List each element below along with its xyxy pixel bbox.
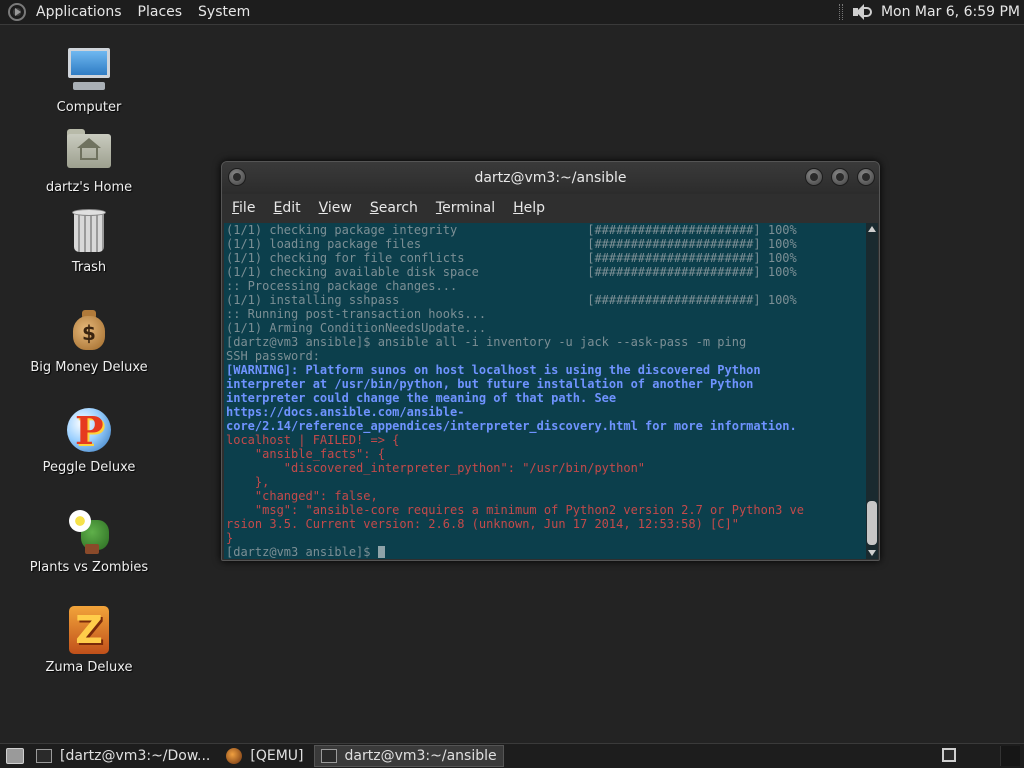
taskbar-label: [QEMU]	[250, 748, 304, 764]
desktop-icon-label: dartz's Home	[45, 180, 133, 195]
top-panel: Applications Places System Mon Mar 6, 6:…	[0, 0, 1024, 25]
terminal-line: rsion 3.5. Current version: 2.6.8 (unkno…	[226, 517, 739, 531]
workspace-switcher-slot[interactable]	[1000, 746, 1020, 766]
terminal-line: interpreter at /usr/bin/python, but futu…	[226, 377, 754, 391]
desktop-icon-label: Computer	[56, 100, 122, 115]
desktop-icon-trash[interactable]: Trash	[14, 206, 164, 275]
window-titlebar[interactable]: dartz@vm3:~/ansible	[222, 162, 879, 194]
minimize-button[interactable]	[805, 168, 823, 186]
desktop-icon-big-money-deluxe[interactable]: $ Big Money Deluxe	[14, 306, 164, 375]
terminal-scrollbar[interactable]	[866, 223, 878, 559]
desktop-icon-computer[interactable]: Computer	[14, 46, 164, 115]
window-title: dartz@vm3:~/ansible	[474, 170, 627, 186]
terminal-line: :: Processing package changes...	[226, 279, 458, 293]
menu-edit[interactable]: Edit	[267, 200, 306, 216]
taskbar-label: [dartz@vm3:~/Dow...	[60, 748, 211, 764]
terminal-line: }	[226, 531, 234, 545]
terminal-output[interactable]: (1/1) checking package integrity [######…	[224, 223, 866, 559]
volume-icon[interactable]	[851, 2, 873, 22]
terminal-line: (1/1) checking package integrity [######…	[226, 223, 797, 237]
bottom-panel: [dartz@vm3:~/Dow... [QEMU] dartz@vm3:~/a…	[0, 743, 1024, 768]
workspace-switcher[interactable]	[942, 748, 956, 762]
menu-file[interactable]: File	[226, 200, 261, 216]
scroll-down-icon[interactable]	[868, 550, 876, 556]
terminal-line: core/2.14/reference_appendices/interpret…	[226, 419, 797, 433]
terminal-line: (1/1) Arming ConditionNeedsUpdate...	[226, 321, 487, 335]
terminal-line: localhost | FAILED! => {	[226, 433, 400, 447]
close-button[interactable]	[857, 168, 875, 186]
zuma-icon: Z	[65, 606, 113, 654]
terminal-line: (1/1) installing sshpass [##############…	[226, 293, 797, 307]
terminal-line: "ansible_facts": {	[226, 447, 385, 461]
desktop-icon-label: Zuma Deluxe	[45, 660, 133, 675]
places-menu[interactable]: Places	[130, 4, 191, 20]
desktop-icon-home[interactable]: dartz's Home	[14, 126, 164, 195]
terminal-window[interactable]: dartz@vm3:~/ansible File Edit View Searc…	[221, 161, 880, 561]
clock[interactable]: Mon Mar 6, 6:59 PM	[881, 4, 1020, 20]
terminal-line: (1/1) checking for file conflicts [#####…	[226, 251, 797, 265]
desktop-icon-label: Trash	[71, 260, 107, 275]
desktop-icon-peggle-deluxe[interactable]: P Peggle Deluxe	[14, 406, 164, 475]
terminal-line: [dartz@vm3 ansible]$	[226, 545, 864, 559]
menu-terminal[interactable]: Terminal	[430, 200, 501, 216]
money-bag-icon: $	[65, 306, 113, 354]
qemu-icon	[226, 748, 243, 764]
terminal-line: https://docs.ansible.com/ansible-	[226, 405, 465, 419]
trash-icon	[65, 206, 113, 254]
terminal-line: "changed": false,	[226, 489, 378, 503]
show-desktop-button[interactable]	[6, 748, 24, 764]
menu-help[interactable]: Help	[507, 200, 551, 216]
terminal-line: "msg": "ansible-core requires a minimum …	[226, 503, 804, 517]
taskbar-button-qemu[interactable]: [QEMU]	[220, 745, 309, 767]
plants-vs-zombies-icon	[65, 506, 113, 554]
taskbar-button-downloads-terminal[interactable]: [dartz@vm3:~/Dow...	[30, 745, 216, 767]
terminal-line: "discovered_interpreter_python": "/usr/b…	[226, 461, 646, 475]
desktop-icon-label: Plants vs Zombies	[29, 560, 149, 575]
terminal-line: (1/1) checking available disk space [###…	[226, 265, 797, 279]
terminal-line: :: Running post-transaction hooks...	[226, 307, 487, 321]
terminal-line: interpreter could change the meaning of …	[226, 391, 617, 405]
terminal-text: (1/1) checking package integrity [######…	[226, 223, 864, 559]
distro-logo-icon[interactable]	[8, 3, 26, 21]
scrollbar-thumb[interactable]	[867, 501, 877, 545]
desktop-icon-plants-vs-zombies[interactable]: Plants vs Zombies	[14, 506, 164, 575]
taskbar-label: dartz@vm3:~/ansible	[344, 748, 497, 764]
desktop-icon-label: Peggle Deluxe	[42, 460, 136, 475]
terminal-line: [dartz@vm3 ansible]$ ansible all -i inve…	[226, 335, 747, 349]
menu-search[interactable]: Search	[364, 200, 424, 216]
terminal-cursor	[377, 546, 385, 558]
terminal-menubar: File Edit View Search Terminal Help	[222, 194, 879, 222]
window-menu-icon[interactable]	[228, 168, 246, 186]
peggle-icon: P	[65, 406, 113, 454]
scroll-up-icon[interactable]	[868, 226, 876, 232]
panel-grip-handle[interactable]	[838, 4, 843, 20]
menu-view[interactable]: View	[313, 200, 358, 216]
home-folder-icon	[65, 126, 113, 174]
desktop-icon-label: Big Money Deluxe	[30, 360, 148, 375]
maximize-button[interactable]	[831, 168, 849, 186]
terminal-line: SSH password:	[226, 349, 320, 363]
terminal-icon	[36, 749, 52, 763]
applications-menu[interactable]: Applications	[28, 4, 130, 20]
computer-icon	[65, 46, 113, 94]
system-menu[interactable]: System	[190, 4, 258, 20]
terminal-line: (1/1) loading package files [###########…	[226, 237, 797, 251]
terminal-line: [WARNING]: Platform sunos on host localh…	[226, 363, 761, 377]
desktop-icon-zuma-deluxe[interactable]: Z Zuma Deluxe	[14, 606, 164, 675]
terminal-line: },	[226, 475, 270, 489]
taskbar-button-ansible-terminal[interactable]: dartz@vm3:~/ansible	[313, 745, 504, 767]
terminal-icon	[320, 749, 337, 763]
